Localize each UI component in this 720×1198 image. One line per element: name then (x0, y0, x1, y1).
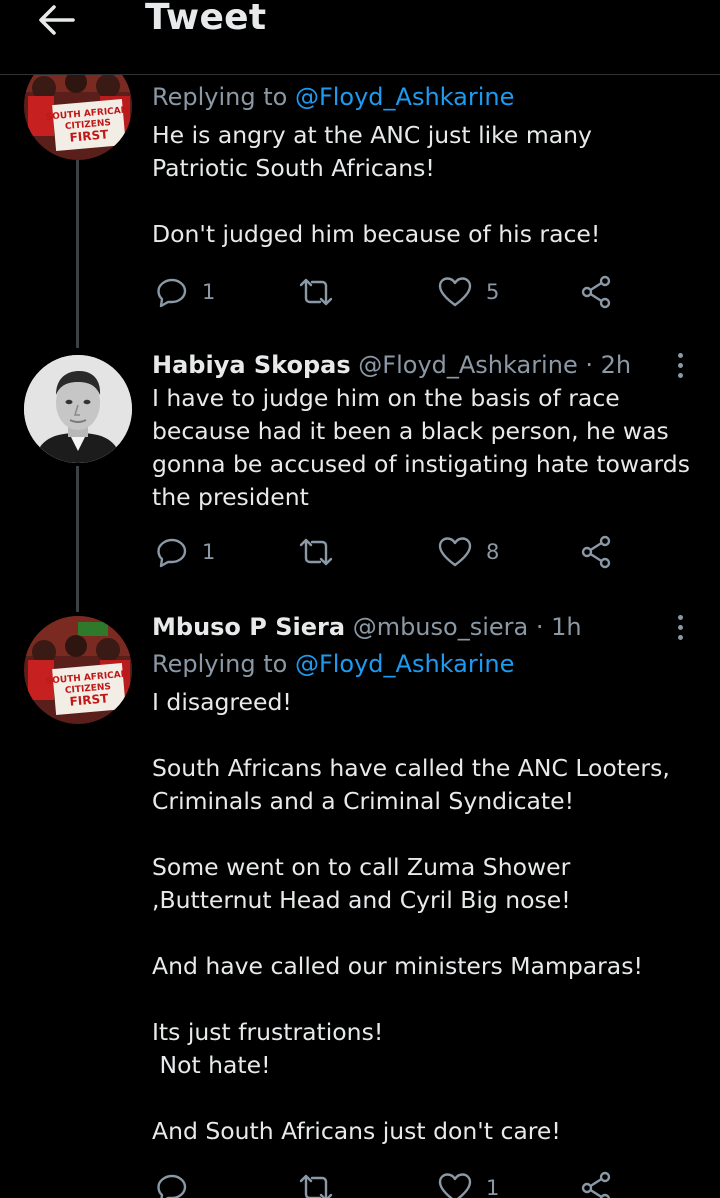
replying-to-label: Replying to (152, 650, 295, 678)
tweet-header: Mbuso P Siera @mbuso_siera · 1h (152, 610, 692, 644)
mention-link[interactable]: @Floyd_Ashkarine (295, 83, 514, 111)
like-button[interactable]: 5 (438, 272, 499, 312)
tweet-text: He is angry at the ANC just like many Pa… (152, 121, 601, 248)
share-icon (581, 275, 611, 309)
reply-icon (157, 1174, 187, 1198)
share-button[interactable] (580, 1168, 614, 1198)
portrait-avatar (24, 355, 132, 463)
user-handle[interactable]: @Floyd_Ashkarine (358, 351, 577, 379)
reply-icon (157, 278, 187, 308)
page-title: Tweet (145, 0, 267, 38)
reply-button[interactable] (156, 1168, 202, 1198)
reply-count: 1 (202, 280, 216, 304)
like-count: 1 (486, 1176, 500, 1198)
replying-to-label: Replying to (152, 83, 295, 111)
replying-to-line: Replying to @Floyd_Ashkarine (152, 80, 692, 114)
replying-to-line: Replying to @Floyd_Ashkarine (152, 647, 692, 681)
reply-icon (157, 538, 187, 568)
share-icon (581, 1171, 611, 1198)
display-name[interactable]: Mbuso P Siera (152, 613, 345, 641)
more-vertical-icon (677, 614, 683, 620)
like-count: 8 (486, 540, 500, 564)
tweet-header: Habiya Skopas @Floyd_Ashkarine · 2h (152, 348, 692, 382)
tweet-page: Tweet SOUTH AFRICAN CITIZENS FIRST Reply… (0, 0, 720, 1198)
tweet-reply-2[interactable]: Habiya Skopas @Floyd_Ashkarine · 2h I ha… (0, 340, 720, 610)
heart-icon (438, 1173, 472, 1198)
tweet-time[interactable]: 2h (601, 351, 631, 379)
share-button[interactable] (580, 532, 614, 572)
tweet-body: Replying to @Floyd_Ashkarine He is angry… (152, 80, 692, 251)
arrow-left-icon (39, 5, 75, 35)
tweet-actions: 1 8 (152, 532, 632, 572)
reply-count: 1 (202, 540, 216, 564)
more-options-button[interactable] (668, 610, 692, 644)
mention-link[interactable]: @Floyd_Ashkarine (295, 650, 514, 678)
retweet-button[interactable] (298, 272, 348, 312)
heart-icon (438, 277, 472, 307)
separator-dot: · (535, 613, 544, 641)
tweet-reply-3[interactable]: SOUTH AFRICAN CITIZENS FIRST Mbuso P Sie… (0, 602, 720, 1198)
tweet-text: I disagreed! South Africans have called … (152, 688, 670, 1145)
protest-photo-avatar: SOUTH AFRICAN CITIZENS FIRST (24, 616, 132, 724)
heart-icon (438, 537, 472, 567)
tweet-body: Mbuso P Siera @mbuso_siera · 1h Replying… (152, 610, 692, 1148)
top-app-bar: Tweet (0, 0, 720, 75)
retweet-button[interactable] (298, 532, 348, 572)
back-button[interactable] (34, 0, 78, 40)
share-icon (581, 535, 611, 569)
retweet-button[interactable] (298, 1168, 348, 1198)
separator-dot: · (585, 351, 593, 379)
avatar[interactable] (24, 355, 132, 463)
like-button[interactable]: 1 (438, 1168, 499, 1198)
retweet-icon (299, 278, 333, 306)
avatar[interactable]: SOUTH AFRICAN CITIZENS FIRST (24, 616, 132, 724)
tweet-actions: 1 5 (152, 272, 632, 312)
tweet-time[interactable]: 1h (551, 613, 581, 641)
more-options-button[interactable] (668, 348, 692, 382)
reply-button[interactable]: 1 (156, 272, 215, 312)
like-button[interactable]: 8 (438, 532, 499, 572)
tweet-body: Habiya Skopas @Floyd_Ashkarine · 2h I ha… (152, 348, 692, 514)
reply-button[interactable]: 1 (156, 532, 215, 572)
tweet-text: I have to judge him on the basis of race… (152, 384, 698, 511)
more-vertical-icon (677, 362, 683, 368)
like-count: 5 (486, 280, 500, 304)
retweet-icon (299, 1174, 333, 1198)
share-button[interactable] (580, 272, 614, 312)
more-vertical-icon (677, 372, 683, 378)
more-vertical-icon (677, 624, 683, 630)
tweet-actions: 1 (152, 1168, 632, 1198)
more-vertical-icon (677, 634, 683, 640)
more-vertical-icon (677, 352, 683, 358)
user-handle[interactable]: @mbuso_siera (353, 613, 529, 641)
display-name[interactable]: Habiya Skopas (152, 351, 351, 379)
retweet-icon (299, 538, 333, 566)
